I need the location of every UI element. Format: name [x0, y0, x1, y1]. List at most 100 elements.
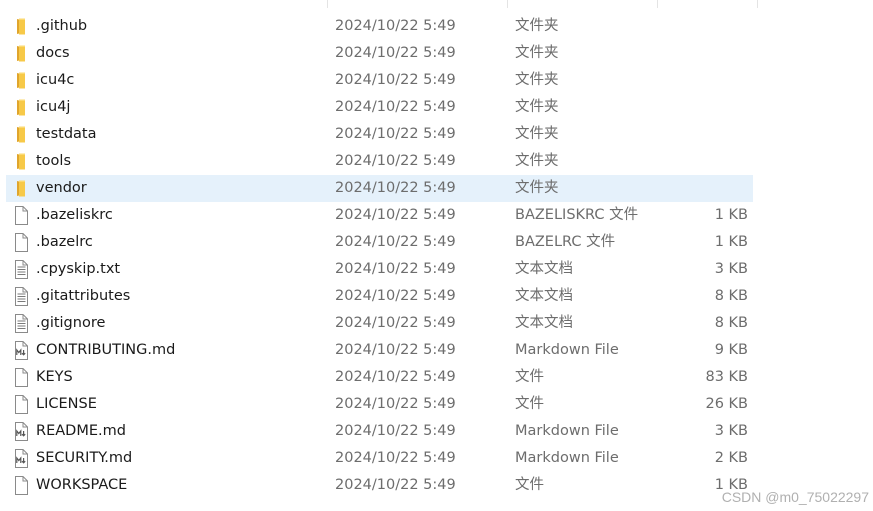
file-date-modified: 2024/10/22 5:49 [335, 315, 456, 331]
file-size: 26 KB [705, 396, 748, 412]
file-name: .gitattributes [36, 288, 131, 304]
file-row[interactable]: testdata 2024/10/22 5:49 文件夹 [6, 121, 753, 148]
file-size: 83 KB [705, 369, 748, 385]
file-name: .bazelrc [36, 234, 93, 250]
markdown-file-icon [12, 422, 30, 441]
file-type: 文件 [515, 369, 544, 385]
file-date-modified: 2024/10/22 5:49 [335, 45, 456, 61]
file-name: .cpyskip.txt [36, 261, 121, 277]
file-row[interactable]: .bazelrc 2024/10/22 5:49 BAZELRC 文件 1 KB [6, 229, 753, 256]
file-date-modified: 2024/10/22 5:49 [335, 450, 456, 466]
column-separator-size [757, 0, 758, 8]
file-date-modified: 2024/10/22 5:49 [335, 477, 456, 493]
file-name: .github [36, 18, 88, 34]
file-size: 3 KB [714, 261, 748, 277]
file-name: KEYS [36, 369, 73, 385]
file-date-modified: 2024/10/22 5:49 [335, 261, 456, 277]
file-date-modified: 2024/10/22 5:49 [335, 369, 456, 385]
file-date-modified: 2024/10/22 5:49 [335, 99, 456, 115]
file-type: 文件 [515, 396, 544, 412]
blank-file-icon [12, 476, 30, 495]
file-type: 文件 [515, 477, 544, 493]
folder-icon [12, 17, 30, 36]
folder-icon [12, 98, 30, 117]
file-type: 文本文档 [515, 288, 573, 304]
file-type: Markdown File [515, 423, 619, 439]
file-name: vendor [36, 180, 87, 196]
file-row[interactable]: tools 2024/10/22 5:49 文件夹 [6, 148, 753, 175]
markdown-file-icon [12, 449, 30, 468]
file-date-modified: 2024/10/22 5:49 [335, 72, 456, 88]
blank-file-icon [12, 368, 30, 387]
text-file-icon [12, 287, 30, 306]
file-size: 9 KB [714, 342, 748, 358]
file-type: 文件夹 [515, 153, 559, 169]
file-row[interactable]: .gitattributes 2024/10/22 5:49 文本文档 8 KB [6, 283, 753, 310]
file-date-modified: 2024/10/22 5:49 [335, 396, 456, 412]
file-type: 文件夹 [515, 180, 559, 196]
file-date-modified: 2024/10/22 5:49 [335, 180, 456, 196]
text-file-icon [12, 314, 30, 333]
file-type: 文件夹 [515, 18, 559, 34]
file-type: 文件夹 [515, 72, 559, 88]
file-name: tools [36, 153, 72, 169]
file-type: Markdown File [515, 450, 619, 466]
file-name: README.md [36, 423, 126, 439]
file-type: Markdown File [515, 342, 619, 358]
column-separator-type [657, 0, 658, 8]
file-row[interactable]: icu4c 2024/10/22 5:49 文件夹 [6, 67, 753, 94]
file-row[interactable]: .cpyskip.txt 2024/10/22 5:49 文本文档 3 KB [6, 256, 753, 283]
file-name: SECURITY.md [36, 450, 133, 466]
file-date-modified: 2024/10/22 5:49 [335, 153, 456, 169]
blank-file-icon [12, 395, 30, 414]
folder-icon [12, 152, 30, 171]
file-type: BAZELRC 文件 [515, 234, 616, 250]
file-name: .bazeliskrc [36, 207, 113, 223]
blank-file-icon [12, 233, 30, 252]
file-row[interactable]: KEYS 2024/10/22 5:49 文件 83 KB [6, 364, 753, 391]
watermark: CSDN @m0_75022297 [721, 489, 869, 505]
file-row[interactable]: .github 2024/10/22 5:49 文件夹 [6, 13, 753, 40]
file-row-selected[interactable]: vendor 2024/10/22 5:49 文件夹 [6, 175, 753, 202]
file-name: docs [36, 45, 70, 61]
file-name: WORKSPACE [36, 477, 128, 493]
folder-icon [12, 179, 30, 198]
file-row[interactable]: CONTRIBUTING.md 2024/10/22 5:49 Markdown… [6, 337, 753, 364]
file-row[interactable]: README.md 2024/10/22 5:49 Markdown File … [6, 418, 753, 445]
file-row[interactable]: LICENSE 2024/10/22 5:49 文件 26 KB [6, 391, 753, 418]
column-separator-date [507, 0, 508, 8]
file-row[interactable]: icu4j 2024/10/22 5:49 文件夹 [6, 94, 753, 121]
file-date-modified: 2024/10/22 5:49 [335, 288, 456, 304]
file-name: LICENSE [36, 396, 97, 412]
file-type: 文本文档 [515, 261, 573, 277]
text-file-icon [12, 260, 30, 279]
file-date-modified: 2024/10/22 5:49 [335, 342, 456, 358]
file-name: icu4j [36, 99, 71, 115]
file-name: icu4c [36, 72, 75, 88]
file-date-modified: 2024/10/22 5:49 [335, 126, 456, 142]
file-list: .github 2024/10/22 5:49 文件夹 docs 2024/10… [0, 0, 873, 511]
folder-icon [12, 71, 30, 90]
file-type: BAZELISKRC 文件 [515, 207, 639, 223]
blank-file-icon [12, 206, 30, 225]
markdown-file-icon [12, 341, 30, 360]
column-separator-name [327, 0, 328, 8]
file-size: 8 KB [714, 315, 748, 331]
file-row[interactable]: WORKSPACE 2024/10/22 5:49 文件 1 KB [6, 472, 753, 499]
file-row[interactable]: .bazeliskrc 2024/10/22 5:49 BAZELISKRC 文… [6, 202, 753, 229]
file-size: 1 KB [714, 234, 748, 250]
file-name: CONTRIBUTING.md [36, 342, 176, 358]
file-row[interactable]: .gitignore 2024/10/22 5:49 文本文档 8 KB [6, 310, 753, 337]
file-date-modified: 2024/10/22 5:49 [335, 423, 456, 439]
file-row[interactable]: docs 2024/10/22 5:49 文件夹 [6, 40, 753, 67]
file-type: 文件夹 [515, 45, 559, 61]
file-name: testdata [36, 126, 97, 142]
file-size: 8 KB [714, 288, 748, 304]
file-date-modified: 2024/10/22 5:49 [335, 234, 456, 250]
file-type: 文件夹 [515, 126, 559, 142]
file-date-modified: 2024/10/22 5:49 [335, 18, 456, 34]
file-size: 2 KB [714, 450, 748, 466]
file-size: 3 KB [714, 423, 748, 439]
folder-icon [12, 44, 30, 63]
file-row[interactable]: SECURITY.md 2024/10/22 5:49 Markdown Fil… [6, 445, 753, 472]
